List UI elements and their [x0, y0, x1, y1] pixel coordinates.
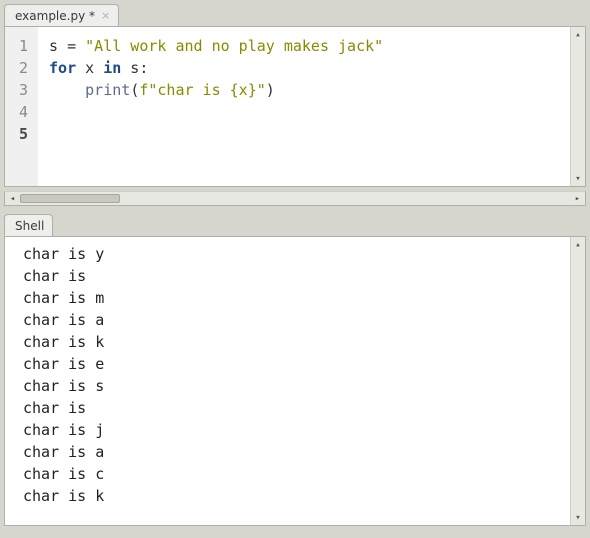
code-line: print(f"char is {x}") [49, 79, 560, 101]
scrollbar-thumb[interactable] [20, 194, 120, 203]
shell-output-line: char is c [23, 463, 560, 485]
line-number-gutter: 1 2 3 4 5 [5, 27, 39, 186]
editor-tab-label: example.py * [15, 9, 95, 23]
code-area[interactable]: s = "All work and no play makes jack"for… [39, 27, 570, 186]
scroll-up-icon[interactable]: ▴ [571, 27, 585, 42]
scroll-right-icon[interactable]: ▸ [570, 192, 585, 205]
shell-output-line: char is [23, 397, 560, 419]
shell-output-line: char is j [23, 419, 560, 441]
editor-body: 1 2 3 4 5 s = "All work and no play make… [4, 26, 586, 187]
shell-output-line: char is [23, 265, 560, 287]
shell-output-line: char is e [23, 353, 560, 375]
shell-output-line: char is k [23, 485, 560, 507]
shell-output-line: char is m [23, 287, 560, 309]
editor-vertical-scrollbar[interactable]: ▴ ▾ [570, 27, 585, 186]
shell-tab[interactable]: Shell [4, 214, 53, 236]
shell-output[interactable]: char is ychar is char is mchar is achar … [5, 237, 570, 525]
shell-output-line: char is a [23, 441, 560, 463]
shell-pane: Shell char is ychar is char is mchar is … [0, 210, 590, 526]
shell-output-line: char is a [23, 309, 560, 331]
shell-output-line: char is y [23, 243, 560, 265]
line-number: 1 [19, 35, 28, 57]
shell-blank-line [23, 507, 560, 525]
editor-horizontal-scrollbar[interactable]: ◂ ▸ [4, 191, 586, 206]
scroll-down-icon[interactable]: ▾ [571, 171, 585, 186]
scroll-left-icon[interactable]: ◂ [5, 192, 20, 205]
line-number: 4 [19, 101, 28, 123]
editor-tab-bar: example.py * × [0, 0, 590, 26]
shell-output-line: char is k [23, 331, 560, 353]
shell-vertical-scrollbar[interactable]: ▴ ▾ [570, 237, 585, 525]
scroll-up-icon[interactable]: ▴ [571, 237, 585, 252]
shell-tab-label: Shell [15, 219, 44, 233]
scrollbar-track[interactable] [20, 192, 570, 205]
line-number: 5 [19, 123, 28, 145]
editor-pane: example.py * × 1 2 3 4 5 s = "All work a… [0, 0, 590, 210]
editor-tab[interactable]: example.py * × [4, 4, 119, 26]
code-line: for x in s: [49, 57, 560, 79]
scroll-down-icon[interactable]: ▾ [571, 510, 585, 525]
shell-tab-bar: Shell [0, 210, 590, 236]
line-number: 2 [19, 57, 28, 79]
close-icon[interactable]: × [101, 10, 110, 21]
shell-body: char is ychar is char is mchar is achar … [4, 236, 586, 526]
shell-output-line: char is s [23, 375, 560, 397]
code-line: s = "All work and no play makes jack" [49, 35, 560, 57]
line-number: 3 [19, 79, 28, 101]
